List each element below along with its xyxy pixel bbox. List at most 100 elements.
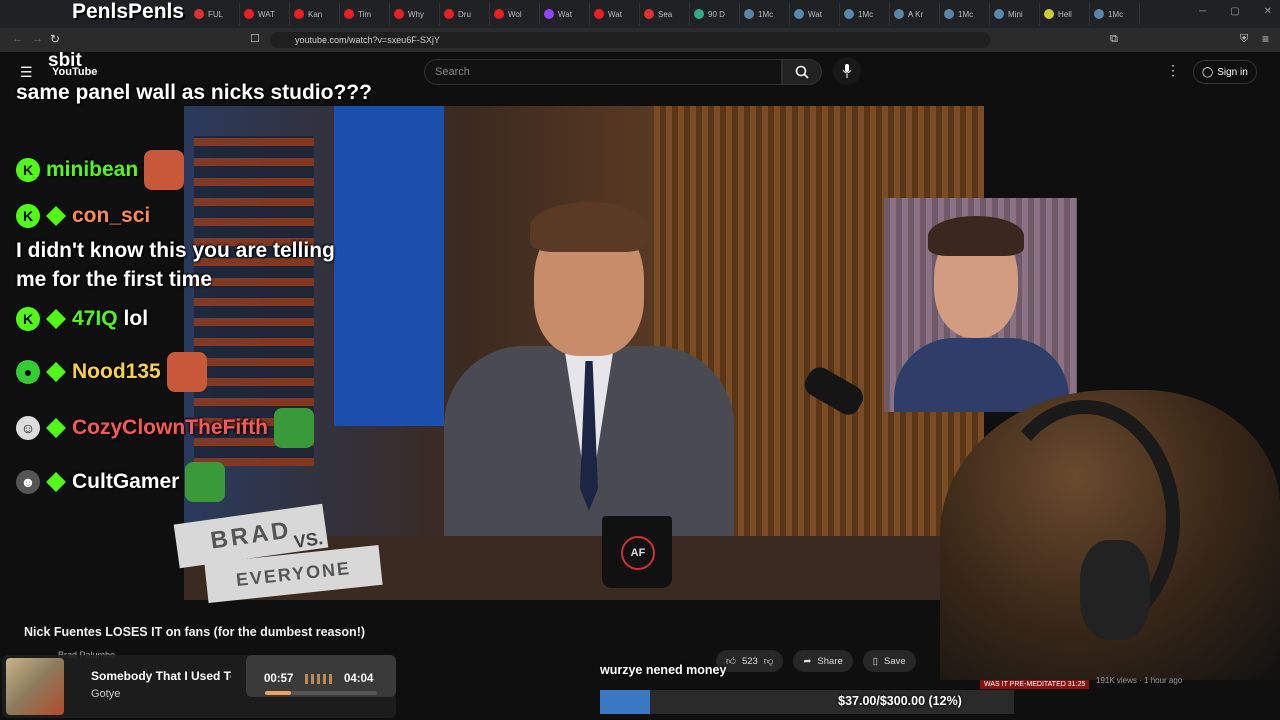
chat-username: con_sci <box>72 204 151 227</box>
tab-list: FUL WAT Kan Tim Why Dru Wol Wat Wat Sea 90 D 1Mc Wat… <box>190 3 1140 25</box>
browser-tab[interactable]: 1Mc <box>1090 3 1140 25</box>
tab-label: Mini <box>1008 9 1023 19</box>
close-icon[interactable]: ✕ <box>1264 6 1272 17</box>
tab-label: WAT <box>258 9 275 19</box>
like-count: 523 <box>741 655 758 667</box>
more-options-icon[interactable]: ⋮ <box>1166 62 1180 79</box>
extensions-icon[interactable]: ⧉ <box>1110 33 1118 46</box>
browser-tab[interactable]: 1Mc <box>940 3 990 25</box>
tab-favicon-icon <box>494 9 504 19</box>
chat-line: K minibean <box>16 150 185 190</box>
tab-favicon-icon <box>694 9 704 19</box>
view-count: 191K views · 1 hour ago <box>1096 676 1183 685</box>
chat-username: minibean <box>46 158 139 181</box>
save-label: Save <box>884 655 906 667</box>
tab-label: Sea <box>658 9 673 19</box>
thumbs-down-icon[interactable]: 👎︎ <box>764 655 774 667</box>
tab-favicon-icon <box>1094 9 1104 19</box>
menu-icon[interactable]: ≡ <box>1262 32 1269 46</box>
tab-label: Wat <box>808 9 822 19</box>
tab-favicon-icon <box>944 9 954 19</box>
forward-icon[interactable]: → <box>32 33 43 45</box>
browser-tab[interactable]: Mini <box>990 3 1040 25</box>
chat-line: ● Nood135 <box>16 352 207 392</box>
back-icon[interactable]: ← <box>12 33 23 45</box>
headset-ear-cup <box>1080 540 1150 640</box>
album-art <box>6 658 64 715</box>
url-field[interactable]: youtube.com/watch?v=sxeu6F-SXjY <box>270 32 990 48</box>
browser-tab[interactable]: 90 D <box>690 3 740 25</box>
tab-favicon-icon <box>794 9 804 19</box>
tts-caption: wurzye nened money <box>600 663 727 677</box>
browser-tab[interactable]: Kan <box>290 3 340 25</box>
browser-tab[interactable]: Wat <box>540 3 590 25</box>
mug-logo: AF <box>621 536 655 570</box>
song-artist: Gotye <box>91 688 121 700</box>
search-icon <box>795 65 809 79</box>
tab-label: Dru <box>458 9 471 19</box>
diamond-badge-icon <box>46 362 66 382</box>
pepe-emote-icon <box>185 462 226 502</box>
browser-tab[interactable]: 1Mc <box>840 3 890 25</box>
save-button[interactable]: ▯ Save <box>862 650 916 672</box>
song-title: Somebody That I Used To Know <box>91 669 231 683</box>
blue-panel <box>334 106 444 426</box>
shield-icon[interactable]: ⛨ <box>1240 33 1248 46</box>
tab-label: FUL <box>208 9 224 19</box>
tab-favicon-icon <box>444 9 454 19</box>
browser-tab[interactable]: Wat <box>790 3 840 25</box>
cam-hair <box>928 216 1024 256</box>
tab-favicon-icon <box>544 9 554 19</box>
tab-favicon-icon <box>344 9 354 19</box>
chat-line: ☺ CozyClownTheFifth <box>16 408 314 448</box>
tab-favicon-icon <box>894 9 904 19</box>
brad-logo-vs: VS. <box>292 528 325 552</box>
kick-badge-icon: K <box>16 307 40 331</box>
tab-label: 1Mc <box>758 9 774 19</box>
tab-label: 1Mc <box>1108 9 1124 19</box>
browser-tab[interactable]: Hell <box>1040 3 1090 25</box>
browser-tab[interactable]: Tim <box>340 3 390 25</box>
total-time: 04:04 <box>344 673 374 685</box>
maximize-icon[interactable]: ▢ <box>1230 6 1239 17</box>
browser-tab[interactable]: WAT <box>240 3 290 25</box>
tab-label: A Kr <box>908 9 924 19</box>
avatar-badge-icon: ☻ <box>16 470 40 494</box>
tab-favicon-icon <box>294 9 304 19</box>
browser-tab[interactable]: Why <box>390 3 440 25</box>
browser-tab[interactable]: Wol <box>490 3 540 25</box>
voice-search-button[interactable] <box>833 57 861 85</box>
chat-line: K 47IQ lol <box>16 307 148 331</box>
tab-favicon-icon <box>644 9 654 19</box>
minimize-icon[interactable]: ─ <box>1199 6 1206 17</box>
browser-tab[interactable]: FUL <box>190 3 240 25</box>
donation-goal-text: $37.00/$300.00 (12%) <box>838 694 962 708</box>
face-emote-icon <box>144 150 185 190</box>
browser-tab[interactable]: Wat <box>590 3 640 25</box>
browser-tab[interactable]: 1Mc <box>740 3 790 25</box>
chat-username: 47IQ <box>72 307 118 330</box>
tab-favicon-icon <box>844 9 854 19</box>
browser-tab[interactable]: Dru <box>440 3 490 25</box>
bookmark-icon[interactable]: ☐ <box>250 32 260 45</box>
search-button[interactable] <box>782 59 822 85</box>
tab-label: Wat <box>558 9 572 19</box>
current-time: 00:57 <box>264 673 294 685</box>
share-button[interactable]: ➦ Share <box>793 650 853 672</box>
tab-label: Why <box>408 9 424 19</box>
diamond-badge-icon <box>46 418 66 438</box>
tab-label: 1Mc <box>958 9 974 19</box>
reload-icon[interactable]: ↻ <box>50 32 60 46</box>
tab-favicon-icon <box>594 9 604 19</box>
tab-favicon-icon <box>744 9 754 19</box>
tab-favicon-icon <box>194 9 204 19</box>
browser-tab[interactable]: Sea <box>640 3 690 25</box>
browser-tab[interactable]: A Kr <box>890 3 940 25</box>
thumbs-up-icon: 👍︎ <box>726 656 736 667</box>
bookmark-icon: ▯ <box>872 655 879 667</box>
video-title: Nick Fuentes LOSES IT on fans (for the d… <box>24 625 366 639</box>
sign-in-button[interactable]: ◯ Sign in <box>1193 60 1257 84</box>
video-actions: 👍︎ 523 👎︎ ➦ Share ▯ Save <box>716 650 916 672</box>
search-input[interactable]: Search <box>424 59 782 85</box>
clown-badge-icon: ☺ <box>16 416 40 440</box>
